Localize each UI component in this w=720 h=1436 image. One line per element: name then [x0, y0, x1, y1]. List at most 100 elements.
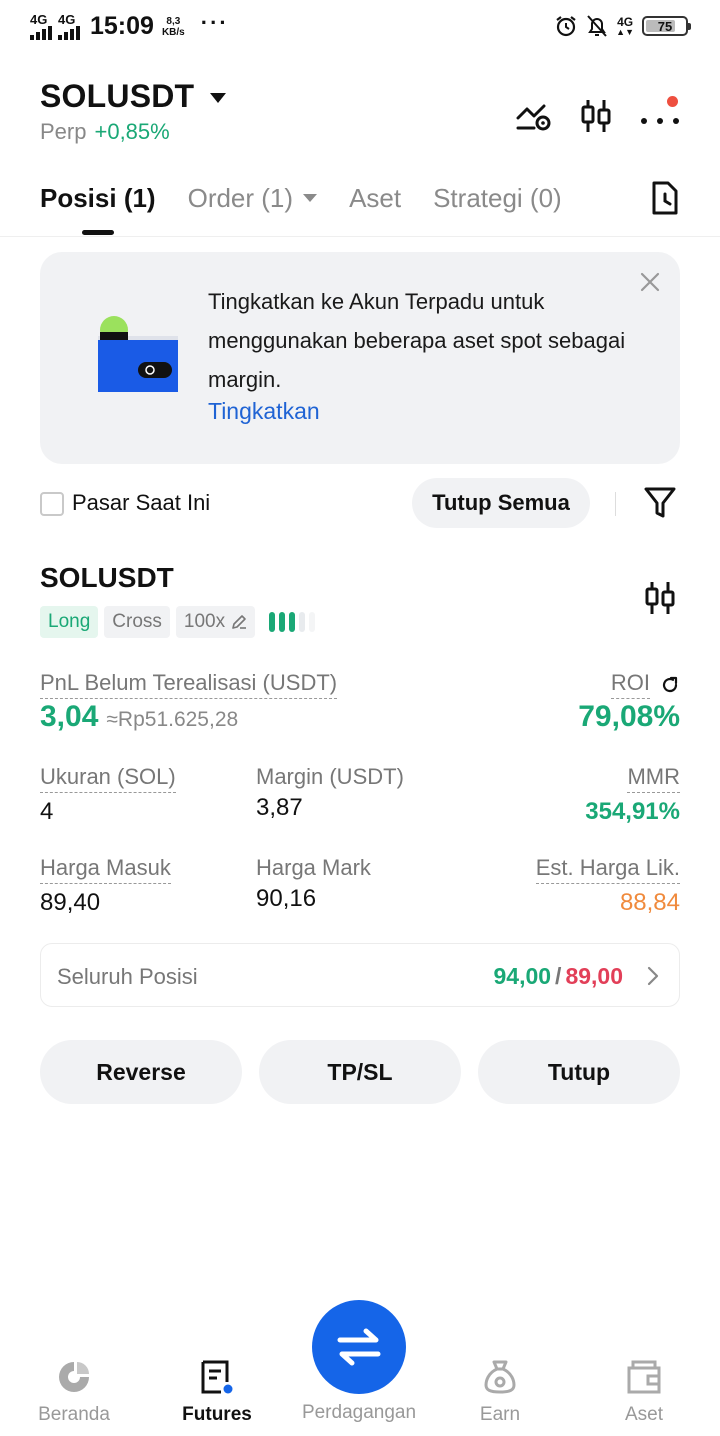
close-all-button[interactable]: Tutup Semua — [412, 478, 590, 528]
nav-trade-label: Perdagangan — [301, 1402, 417, 1423]
filter-row: Pasar Saat Ini Tutup Semua — [40, 478, 680, 530]
tpsl-values: 94,00/89,00 — [493, 963, 623, 990]
mark-price-label: Harga Mark — [256, 855, 371, 880]
history-icon[interactable] — [650, 180, 680, 216]
nav-assets-label: Aset — [624, 1404, 664, 1425]
caret-down-icon — [210, 92, 227, 103]
network-speed: 8,3 KB/s — [162, 16, 185, 38]
mark-price-value: 90,16 — [256, 885, 317, 912]
unrealized-pnl-fiat: ≈Rp51.625,28 — [106, 708, 239, 731]
tab-strategies[interactable]: Strategi (0) — [433, 176, 562, 220]
battery-icon: 75 — [642, 16, 691, 36]
mmr-label[interactable]: MMR — [627, 764, 680, 793]
margin-value: 3,87 — [256, 794, 303, 821]
alarm-icon — [556, 16, 576, 37]
unrealized-pnl: 3,04 ≈Rp51.625,28 — [40, 700, 238, 734]
close-icon[interactable] — [638, 270, 662, 294]
position-actions: Reverse TP/SL Tutup — [40, 1040, 680, 1104]
earn-icon — [484, 1360, 516, 1394]
upgrade-banner: Tingkatkan ke Akun Terpadu untuk menggun… — [40, 252, 680, 464]
size-value: 4 — [40, 798, 54, 825]
edit-icon — [232, 615, 247, 629]
risk-level-bar — [269, 612, 276, 632]
side-badge: Long — [40, 606, 99, 638]
liq-price-label[interactable]: Est. Harga Lik. — [535, 855, 680, 884]
margin-label: Margin (USDT) — [256, 764, 404, 789]
tab-assets[interactable]: Aset — [349, 176, 401, 220]
tab-orders-label: Order (1) — [187, 182, 294, 213]
liq-price-value: 88,84 — [619, 889, 680, 916]
tabs-divider — [0, 236, 720, 237]
entire-position-tpsl-row[interactable]: Seluruh Posisi 94,00/89,00 — [40, 943, 680, 1007]
unrealized-pnl-value: 3,04 — [40, 700, 99, 733]
futures-icon — [201, 1360, 233, 1394]
risk-level-bar — [309, 612, 316, 632]
speed-value: 8,3 — [166, 15, 181, 27]
stop-loss-value: 89,00 — [565, 963, 623, 989]
tpsl-button[interactable]: TP/SL — [259, 1040, 461, 1104]
entry-price-label[interactable]: Harga Masuk — [40, 855, 171, 884]
market-header: SOLUSDT Perp +0,85% — [40, 78, 680, 158]
sim2-network-label: 4G — [58, 12, 76, 27]
active-tab-indicator — [82, 230, 114, 235]
price-change: +0,85% — [94, 119, 170, 144]
nav-home[interactable]: Beranda — [2, 1356, 146, 1426]
current-market-checkbox[interactable] — [40, 492, 64, 516]
position-badges: Long Cross 100x — [40, 606, 316, 638]
clock: 15:09 — [90, 12, 154, 40]
leverage-value: 100x — [183, 611, 226, 632]
nav-home-label: Beranda — [38, 1404, 110, 1425]
position-symbol: SOLUSDT — [40, 562, 174, 593]
wallet-icon — [627, 1360, 661, 1394]
margin-mode-badge[interactable]: Cross — [104, 606, 170, 638]
tab-strategies-label: Strategi (0) — [433, 182, 562, 213]
entire-position-label: Seluruh Posisi — [57, 964, 198, 989]
take-profit-value: 94,00 — [493, 963, 552, 989]
trade-button[interactable] — [312, 1300, 406, 1394]
size-label[interactable]: Ukuran (SOL) — [40, 764, 176, 793]
candlestick-chart-icon[interactable] — [580, 98, 612, 134]
risk-level-bar — [279, 612, 286, 632]
nav-earn[interactable]: Earn — [428, 1356, 572, 1426]
position-tabs: Posisi (1) Order (1) Aset Strategi (0) — [40, 176, 680, 236]
tab-positions-label: Posisi (1) — [40, 182, 156, 213]
divider — [615, 492, 616, 516]
close-position-button[interactable]: Tutup — [478, 1040, 680, 1104]
tab-orders[interactable]: Order (1) — [187, 176, 318, 220]
mute-bell-icon — [587, 15, 607, 37]
banner-message: Tingkatkan ke Akun Terpadu untuk menggun… — [208, 289, 626, 392]
share-icon[interactable] — [660, 675, 680, 695]
trade-analysis-icon[interactable] — [516, 100, 552, 132]
signal-sim1-icon: 4G — [30, 13, 52, 40]
tpsl-separator: / — [555, 963, 562, 989]
contract-type: Perp — [40, 119, 87, 144]
current-market-label: Pasar Saat Ini — [72, 490, 211, 515]
bottom-navigation: Beranda Futures Perdagangan Earn Aset — [0, 1300, 720, 1436]
unrealized-pnl-label[interactable]: PnL Belum Terealisasi (USDT) — [40, 670, 338, 699]
leverage-badge[interactable]: 100x — [175, 606, 256, 638]
nav-assets[interactable]: Aset — [572, 1356, 716, 1426]
battery-level: 75 — [657, 18, 673, 34]
speed-unit: KB/s — [161, 26, 185, 38]
chevron-right-icon — [647, 966, 659, 986]
more-options-icon[interactable] — [640, 96, 680, 136]
risk-level-bar — [289, 612, 296, 632]
tab-assets-label: Aset — [349, 182, 402, 213]
candlestick-chart-icon[interactable] — [644, 580, 676, 616]
roi-label[interactable]: ROI — [610, 670, 650, 699]
nav-futures[interactable]: Futures — [145, 1356, 289, 1426]
upgrade-link[interactable]: Tingkatkan — [208, 398, 320, 425]
network-4g-icon: 4G ▲▼ — [616, 14, 634, 37]
home-icon — [59, 1362, 89, 1392]
roi-value: 79,08% — [578, 700, 680, 733]
filter-icon[interactable] — [644, 486, 676, 520]
network-4g-label: 4G — [617, 14, 634, 29]
signal-sim2-icon: 4G — [58, 13, 80, 40]
sim1-network-label: 4G — [30, 12, 48, 27]
mmr-value: 354,91% — [585, 798, 680, 825]
more-notifications-icon: ··· — [200, 9, 229, 35]
swap-arrows-icon — [337, 1328, 381, 1366]
reverse-button[interactable]: Reverse — [40, 1040, 242, 1104]
tab-positions[interactable]: Posisi (1) — [40, 176, 156, 235]
nav-futures-label: Futures — [182, 1404, 252, 1425]
